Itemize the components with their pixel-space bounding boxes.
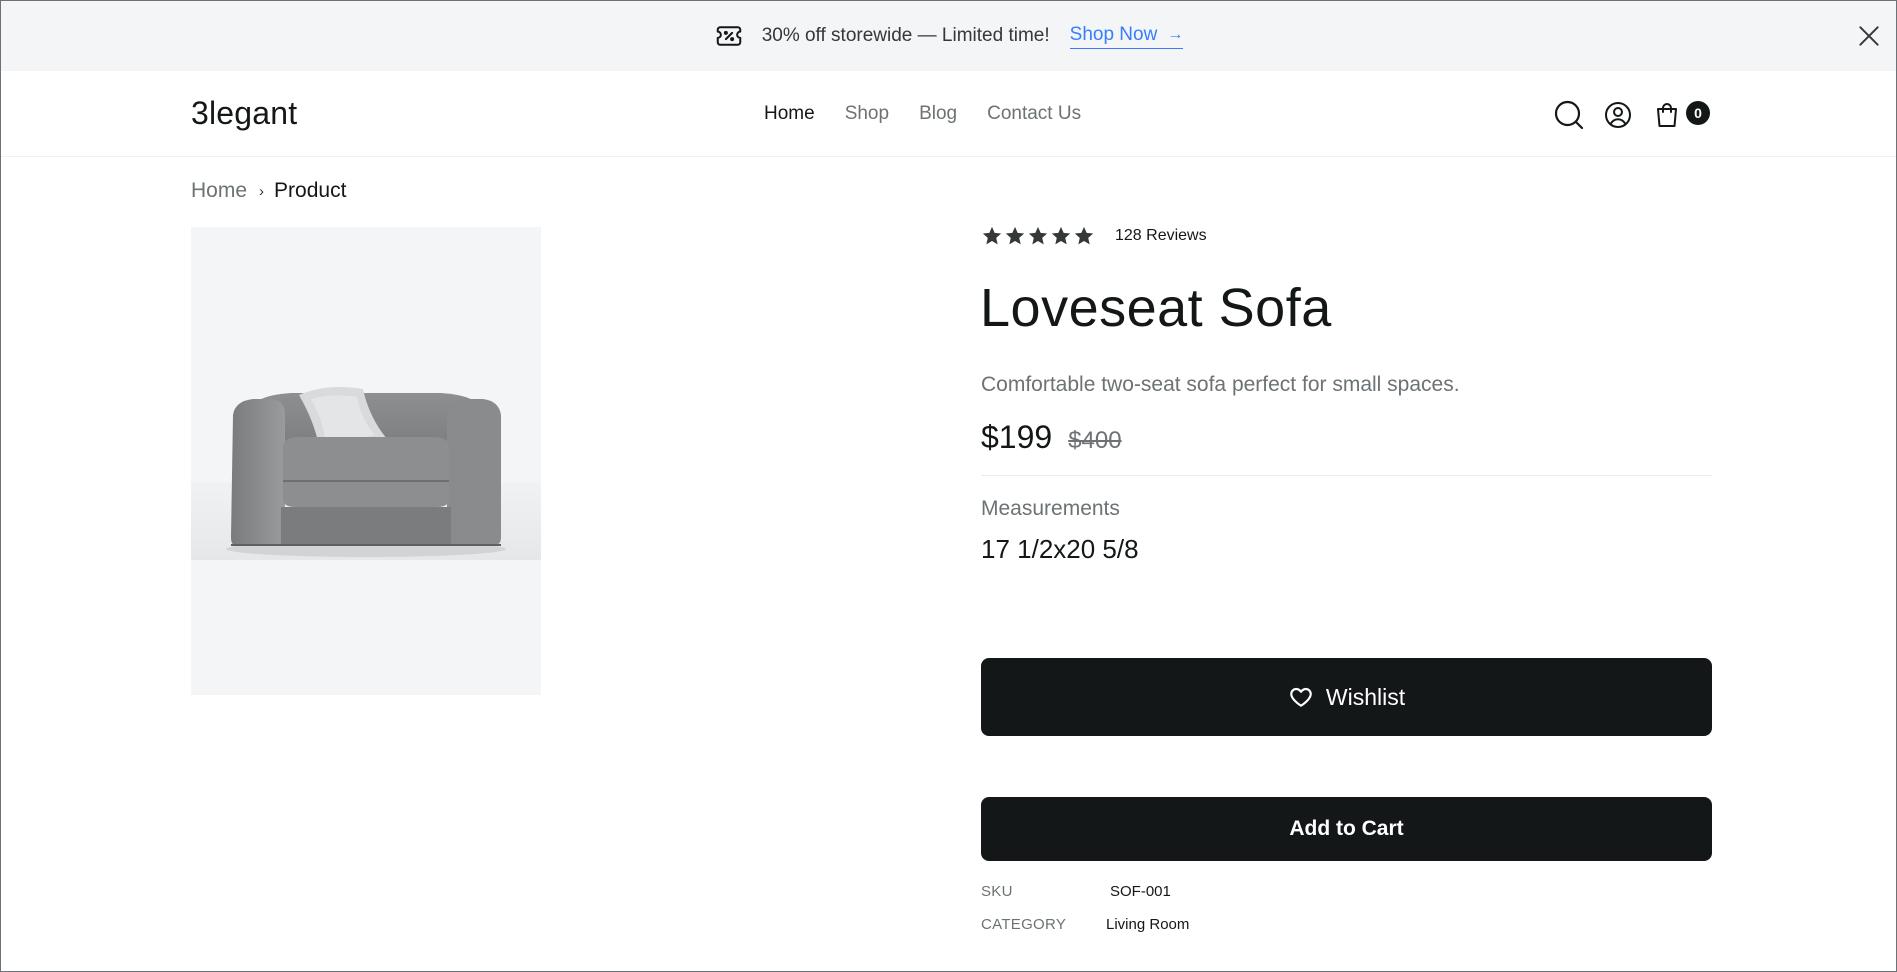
breadcrumb-home[interactable]: Home	[191, 179, 247, 203]
promo-banner: 30% off storewide — Limited time! Shop N…	[1, 1, 1896, 71]
star-icon	[982, 226, 1002, 245]
product-image	[191, 227, 541, 695]
arrow-right-icon: →	[1167, 25, 1184, 43]
cart-count-badge: 0	[1686, 101, 1710, 125]
measurements-value: 17 1/2x20 5/8	[981, 534, 1139, 564]
star-rating	[981, 225, 1095, 247]
category-label: CATEGORY	[981, 916, 1067, 933]
cart-button[interactable]: 0	[1651, 99, 1710, 131]
old-price: $400	[1068, 427, 1122, 454]
header-icons: 0	[1536, 99, 1710, 131]
nav-blog[interactable]: Blog	[919, 103, 957, 125]
nav-shop[interactable]: Shop	[845, 103, 889, 125]
divider	[981, 475, 1712, 476]
nav-home[interactable]: Home	[764, 103, 815, 125]
wishlist-button[interactable]: Wishlist	[981, 658, 1712, 736]
sku-row: SKU SOF-001	[981, 883, 1171, 900]
star-icon	[1005, 226, 1025, 245]
product-title: Loveseat Sofa	[980, 278, 1332, 338]
current-price: $199	[981, 419, 1053, 455]
shop-now-label: Shop Now	[1069, 23, 1158, 45]
ticket-percent-icon	[716, 26, 741, 46]
wishlist-label: Wishlist	[1325, 683, 1406, 710]
measurements-label: Measurements	[981, 497, 1120, 520]
shop-now-link[interactable]: Shop Now →	[1069, 23, 1184, 49]
heart-icon	[1290, 687, 1312, 707]
armchair-image	[191, 227, 541, 695]
main-nav: Home Shop Blog Contact Us	[764, 103, 1081, 125]
category-row: CATEGORY Living Room	[981, 916, 1189, 933]
add-to-cart-button[interactable]: Add to Cart	[981, 797, 1712, 861]
close-icon[interactable]	[1856, 23, 1882, 49]
breadcrumb: Home › Product	[191, 179, 346, 203]
chevron-right-icon: ›	[259, 182, 265, 200]
sku-value: SOF-001	[1110, 883, 1171, 900]
product-description: Comfortable two-seat sofa perfect for sm…	[981, 373, 1460, 396]
shopping-bag-icon[interactable]	[1651, 99, 1683, 131]
star-icon	[1051, 226, 1071, 245]
product-rating: 128 Reviews	[981, 225, 1207, 247]
category-value[interactable]: Living Room	[1106, 916, 1189, 933]
sku-label: SKU	[981, 883, 1013, 900]
breadcrumb-current: Product	[274, 179, 347, 202]
product-price: $199 $400	[981, 419, 1122, 456]
nav-contact-us[interactable]: Contact Us	[987, 103, 1081, 125]
search-icon[interactable]	[1553, 99, 1585, 131]
reviews-count[interactable]: 128 Reviews	[1115, 227, 1207, 245]
star-icon	[1074, 226, 1094, 245]
star-icon	[1028, 226, 1048, 245]
logo[interactable]: 3legant	[191, 95, 297, 132]
user-circle-icon[interactable]	[1602, 99, 1634, 131]
site-header: 3legant Home Shop Blog Contact Us 0	[1, 71, 1896, 157]
banner-text: 30% off storewide — Limited time!	[761, 25, 1050, 46]
add-to-cart-label: Add to Cart	[1289, 817, 1404, 840]
